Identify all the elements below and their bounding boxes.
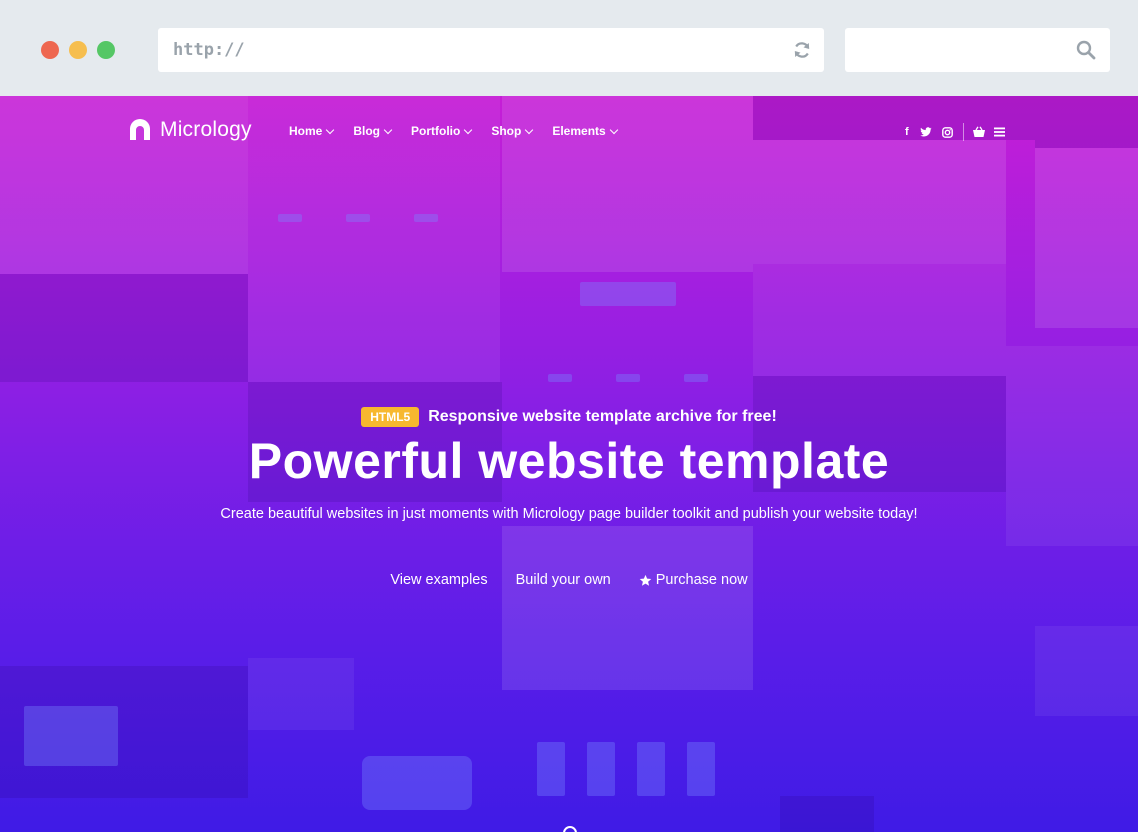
site-logo-text: Micrology [160,118,252,141]
nav-item-label: Elements [552,124,606,138]
browser-chrome: http:// [0,0,1138,96]
cart-icon[interactable] [972,126,986,138]
hero-cta-group: View examples Build your own Purchase no… [0,572,1138,588]
instagram-icon[interactable] [941,126,953,138]
html5-badge: HTML5 [361,407,420,427]
bg-template-tile [548,374,572,382]
bg-template-tile [1035,626,1138,716]
bg-template-tile [753,140,1006,264]
purchase-now-link[interactable]: Purchase now [639,572,748,588]
main-nav: Home Blog Portfolio Shop Elements [289,124,637,138]
bg-template-tile [362,756,472,810]
maximize-window-button[interactable] [97,41,115,59]
chevron-down-icon [525,125,534,134]
view-examples-link[interactable]: View examples [390,572,487,588]
hero-tagline-row: HTML5 Responsive website template archiv… [0,407,1138,427]
reload-icon[interactable] [792,40,812,60]
nav-item-label: Blog [353,124,381,138]
hero-tagline: Responsive website template archive for … [428,408,777,425]
bg-template-tile [248,658,354,730]
minimize-window-button[interactable] [69,41,87,59]
close-window-button[interactable] [41,41,59,59]
bg-template-tile [753,264,1006,376]
nav-item-label: Home [289,124,323,138]
nav-item-label: Portfolio [411,124,461,138]
hero-headline: Powerful website template [248,433,890,489]
chevron-down-icon [326,125,335,134]
bg-template-tile [780,796,874,832]
bg-template-tile [1035,96,1138,148]
facebook-icon[interactable]: f [905,126,909,138]
nav-item-portfolio[interactable]: Portfolio [411,124,473,138]
chevron-down-icon [464,125,473,134]
bg-template-tile [346,214,370,222]
address-bar-text: http:// [173,40,245,60]
bg-template-tile [587,742,615,796]
bg-template-tile [616,374,640,382]
bg-template-tile [502,526,753,690]
nav-item-shop[interactable]: Shop [491,124,534,138]
nav-item-home[interactable]: Home [289,124,335,138]
bg-template-tile [684,374,708,382]
bg-template-tile [1035,148,1138,328]
site-logo[interactable]: Micrology [128,118,252,142]
menu-icon[interactable] [993,127,1005,137]
social-links: f [905,123,1005,141]
bg-template-tile [24,706,118,766]
bg-template-tile [537,742,565,796]
search-icon[interactable] [1076,40,1096,60]
nav-item-blog[interactable]: Blog [353,124,393,138]
divider [962,123,964,141]
bg-template-tile [637,742,665,796]
star-icon [639,574,652,586]
logo-mark-icon [130,119,150,140]
chevron-down-icon [609,125,618,134]
bg-template-tile [0,274,248,382]
bg-template-tile [502,96,753,272]
nav-item-elements[interactable]: Elements [552,124,618,138]
hero-subtext: Create beautiful websites in just moment… [220,506,918,522]
address-bar[interactable]: http:// [158,28,824,72]
bg-template-tile [248,96,500,382]
browser-search-field[interactable] [845,28,1110,72]
scroll-down-icon[interactable] [563,826,577,832]
build-your-own-link[interactable]: Build your own [516,572,611,588]
bg-template-tile [278,214,302,222]
bg-template-tile [580,282,676,306]
hero-section: Micrology Home Blog Portfolio Shop Eleme… [0,96,1138,832]
purchase-now-label: Purchase now [655,572,748,588]
chevron-down-icon [383,125,393,134]
twitter-icon[interactable] [919,126,932,138]
bg-template-tile [414,214,438,222]
bg-template-tile [687,742,715,796]
nav-item-label: Shop [491,124,522,138]
